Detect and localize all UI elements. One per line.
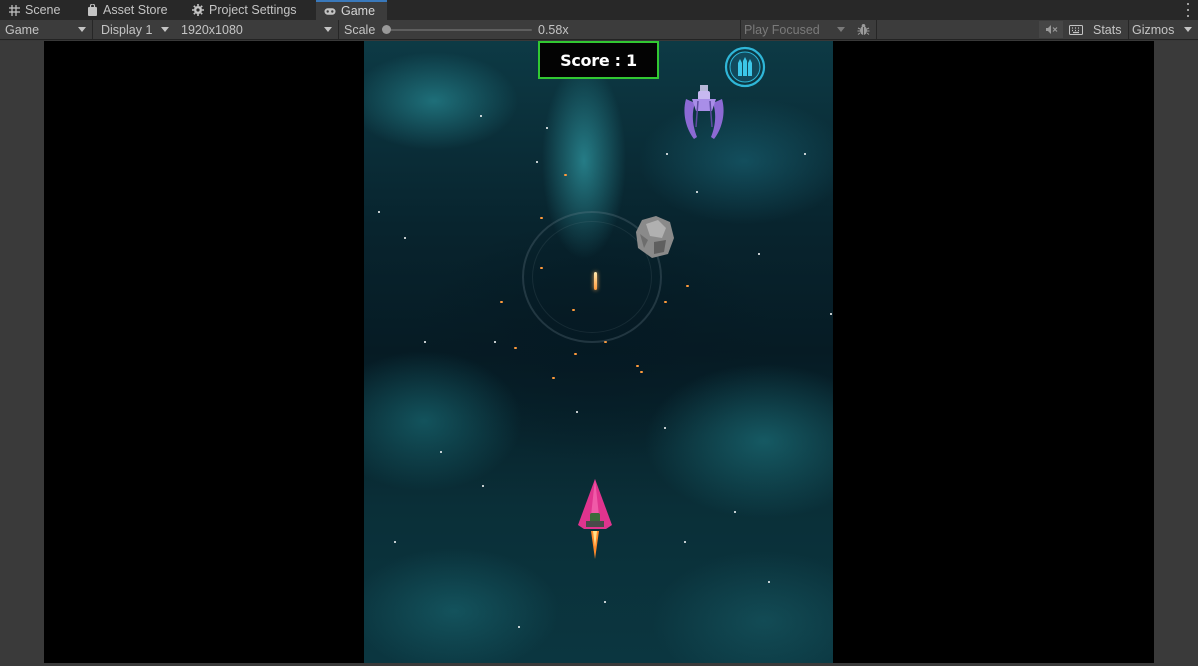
- divider: [338, 20, 339, 39]
- ember-particle: [640, 371, 643, 373]
- keyboard-icon: [1069, 24, 1083, 35]
- star: [804, 153, 806, 155]
- star: [664, 427, 666, 429]
- keyboard-shortcuts-button[interactable]: [1065, 21, 1087, 38]
- ember-particle: [552, 377, 555, 379]
- star: [666, 153, 668, 155]
- chevron-down-icon: [1184, 27, 1192, 32]
- view-mode-dropdown[interactable]: Game: [0, 20, 92, 39]
- gizmos-dropdown[interactable]: [1178, 20, 1198, 39]
- star: [604, 601, 606, 603]
- play-mode-dropdown[interactable]: Play Focused: [741, 20, 851, 39]
- asteroid: [636, 216, 674, 258]
- star: [768, 581, 770, 583]
- bag-icon: [86, 4, 98, 16]
- ember-particle: [540, 217, 543, 219]
- ammo-powerup-icon[interactable]: [724, 46, 766, 88]
- grid-icon: [8, 4, 20, 16]
- chevron-down-icon: [324, 27, 332, 32]
- debug-bug-button[interactable]: [853, 21, 873, 38]
- star: [546, 127, 548, 129]
- score-text: Score : 1: [560, 50, 637, 70]
- player-ship[interactable]: [576, 479, 614, 561]
- game-view-toolbar: Game Display 1 1920x1080 Scale 0.58x Pla…: [0, 20, 1198, 40]
- divider: [876, 20, 877, 39]
- star: [734, 511, 736, 513]
- game-canvas[interactable]: Score : 1: [364, 41, 833, 663]
- scale-label: Scale: [344, 22, 376, 37]
- ember-particle: [664, 301, 667, 303]
- tab-label: Scene: [25, 3, 61, 17]
- enemy-ship: [684, 85, 724, 139]
- tab-project-settings[interactable]: Project Settings: [184, 0, 316, 20]
- star: [830, 313, 832, 315]
- display-dropdown[interactable]: Display 1: [93, 20, 175, 39]
- star: [518, 626, 520, 628]
- laser-bullet: [594, 272, 597, 290]
- ember-particle: [686, 285, 689, 287]
- view-mode-label: Game: [5, 22, 40, 37]
- star: [378, 211, 380, 213]
- star: [696, 191, 698, 193]
- scale-value: 0.58x: [538, 22, 569, 37]
- editor-tab-bar: Scene Asset Store Project Settings Game: [0, 0, 1198, 20]
- ember-particle: [564, 174, 567, 176]
- scale-slider-track[interactable]: [386, 29, 532, 31]
- mute-audio-button[interactable]: [1039, 21, 1063, 38]
- tab-label: Game: [341, 4, 376, 18]
- star: [480, 115, 482, 117]
- divider: [1128, 20, 1129, 39]
- tab-scene[interactable]: Scene: [0, 0, 78, 20]
- resolution-label: 1920x1080: [181, 22, 243, 37]
- star: [404, 237, 406, 239]
- tab-game[interactable]: Game: [316, 0, 387, 20]
- star: [394, 541, 396, 543]
- more-options-icon[interactable]: [1186, 3, 1190, 17]
- star: [440, 451, 442, 453]
- play-mode-label: Play Focused: [744, 22, 820, 37]
- speaker-mute-icon: [1045, 25, 1057, 34]
- resolution-dropdown[interactable]: 1920x1080: [176, 20, 338, 39]
- ember-particle: [500, 301, 503, 303]
- star: [536, 161, 538, 163]
- star: [424, 341, 426, 343]
- gizmos-button[interactable]: Gizmos: [1132, 20, 1174, 39]
- score-display: Score : 1: [538, 41, 659, 79]
- stats-button[interactable]: Stats: [1093, 20, 1122, 39]
- star: [482, 485, 484, 487]
- star: [494, 341, 496, 343]
- ember-particle: [636, 365, 639, 367]
- tab-label: Project Settings: [209, 3, 297, 17]
- ember-particle: [574, 353, 577, 355]
- tab-asset-store[interactable]: Asset Store: [78, 0, 184, 20]
- display-label: Display 1: [101, 22, 153, 37]
- star: [758, 253, 760, 255]
- chevron-down-icon: [78, 27, 86, 32]
- scale-slider-handle[interactable]: [382, 25, 391, 34]
- tab-label: Asset Store: [103, 3, 168, 17]
- gamepad-icon: [324, 5, 336, 17]
- star: [684, 541, 686, 543]
- ember-particle: [514, 347, 517, 349]
- chevron-down-icon: [161, 27, 169, 32]
- gear-icon: [192, 4, 204, 16]
- star: [576, 411, 578, 413]
- bug-icon: [857, 24, 869, 35]
- chevron-down-icon: [837, 27, 845, 32]
